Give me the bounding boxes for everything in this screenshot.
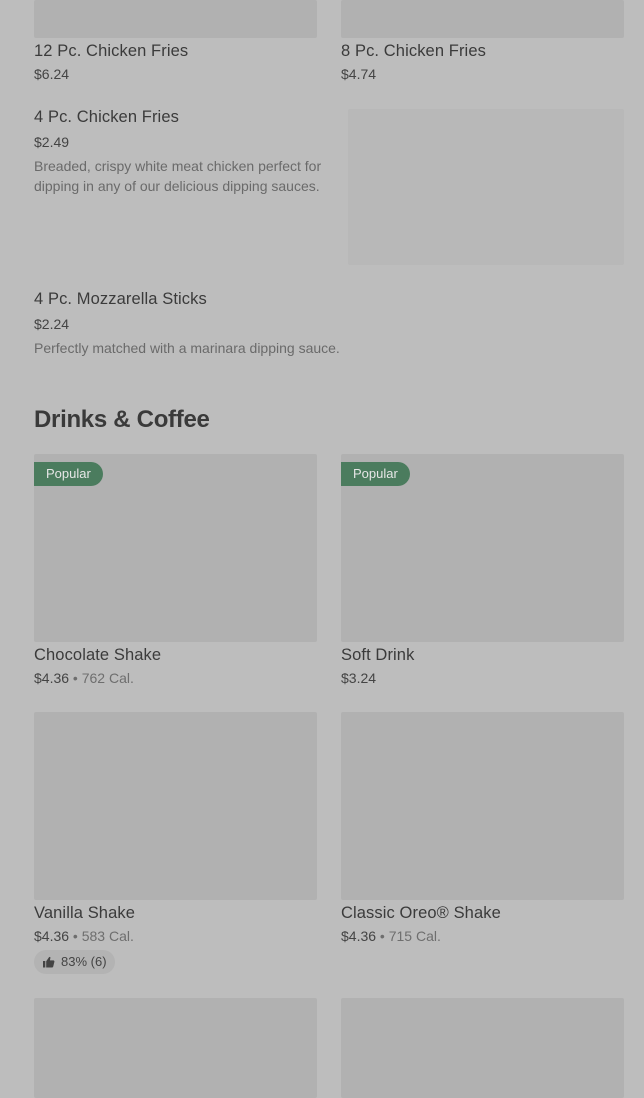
item-price-classic-oreo-shake: $4.36 • 715 Cal. [341,928,441,944]
price-value: $4.36 [341,928,377,944]
item-price-12pc-chicken-fries: $6.24 [34,66,70,82]
item-price-vanilla-shake: $4.36 • 583 Cal. [34,928,134,944]
popular-badge: Popular [341,462,410,486]
rating-pill: 83% (6) [34,950,115,974]
item-price-4pc-chicken-fries: $2.49 [34,134,70,150]
item-image-vanilla-shake[interactable] [34,712,317,900]
item-price-8pc-chicken-fries: $4.74 [341,66,377,82]
item-image-12pc-chicken-fries[interactable] [34,0,317,38]
rating-text: 83% (6) [61,954,107,969]
popular-badge: Popular [34,462,103,486]
section-title-drinks-coffee: Drinks & Coffee [34,406,210,433]
item-name-chocolate-shake[interactable]: Chocolate Shake [34,646,161,665]
item-name-mozzarella-sticks[interactable]: 4 Pc. Mozzarella Sticks [34,290,207,309]
price-value: $3.24 [341,670,377,686]
item-name-4pc-chicken-fries[interactable]: 4 Pc. Chicken Fries [34,108,179,127]
price-value: $4.36 [34,928,70,944]
item-image-classic-oreo-shake[interactable] [341,712,624,900]
item-price-mozzarella-sticks: $2.24 [34,316,70,332]
item-price-chocolate-shake: $4.36 • 762 Cal. [34,670,134,686]
item-image-next-right[interactable] [341,998,624,1098]
item-image-next-left[interactable] [34,998,317,1098]
item-image-4pc-chicken-fries[interactable] [348,109,624,265]
item-name-12pc-chicken-fries[interactable]: 12 Pc. Chicken Fries [34,42,188,61]
item-price-soft-drink: $3.24 [341,670,376,686]
price-value: $4.36 [34,670,70,686]
item-name-8pc-chicken-fries[interactable]: 8 Pc. Chicken Fries [341,42,486,61]
item-name-classic-oreo-shake[interactable]: Classic Oreo® Shake [341,904,501,923]
calories: • 583 Cal. [69,928,134,944]
item-image-8pc-chicken-fries[interactable] [341,0,624,38]
menu-page: 12 Pc. Chicken Fries $6.24 8 Pc. Chicken… [0,0,644,1098]
item-name-vanilla-shake[interactable]: Vanilla Shake [34,904,135,923]
item-description-mozzarella-sticks: Perfectly matched with a marinara dippin… [34,340,340,356]
item-description-4pc-chicken-fries: Breaded, crispy white meat chicken perfe… [34,158,322,194]
item-name-soft-drink[interactable]: Soft Drink [341,646,414,665]
calories: • 715 Cal. [376,928,441,944]
calories: • 762 Cal. [69,670,134,686]
thumbs-up-icon [42,956,55,968]
